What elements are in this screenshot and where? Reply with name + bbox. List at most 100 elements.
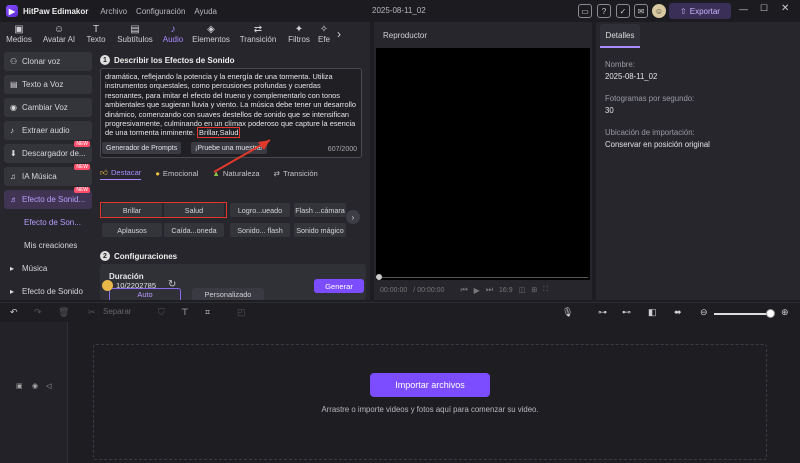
tag-sonido-magico[interactable]: Sonido mágico [294, 223, 346, 237]
split-label[interactable]: Separar [103, 307, 131, 316]
ai-edit-icon[interactable]: ◰ [237, 307, 246, 318]
avatar[interactable]: ☺ [652, 4, 666, 18]
tag-label: Aplausos [117, 225, 147, 235]
tag-logro[interactable]: Logro...ueado [230, 203, 290, 217]
button-label: Importar archivos [395, 380, 465, 390]
tab-emocional[interactable]: ● Emocional [155, 166, 198, 180]
step-forward-icon[interactable]: ⏭ [486, 285, 493, 295]
tag-caida-moneda[interactable]: Caída...oneda [164, 223, 224, 237]
speaker-icon[interactable]: ◁ [46, 382, 51, 390]
audio-icon: ♪ [170, 24, 176, 35]
scissors-icon[interactable]: ✂ [88, 307, 96, 318]
tab-transicion-sfx[interactable]: ⇄ Transición [274, 166, 318, 180]
elements-icon: ◈ [207, 24, 215, 35]
fit-timeline-icon[interactable]: ⬌ [674, 307, 682, 318]
sidebar-item-descargador[interactable]: ⬇ Descargador de... NEW [4, 141, 92, 163]
tab-avatar-ai[interactable]: ☺ Avatar AI [38, 22, 80, 48]
sidebar-item-efecto-de-sonido[interactable]: ▸ Efecto de Sonido [4, 282, 92, 301]
media-drop-zone[interactable] [93, 344, 767, 460]
tab-label: Detalles [605, 30, 635, 40]
zoom-out-icon[interactable]: ⊖ [700, 307, 708, 318]
tag-aplausos[interactable]: Aplausos [102, 223, 162, 237]
tab-medios[interactable]: ▣ Medios [0, 22, 38, 48]
coin-icon [102, 280, 113, 291]
redo-icon[interactable]: ↷ [34, 307, 42, 318]
sidebar-item-texto-a-voz[interactable]: ▤ Texto a Voz [4, 75, 92, 94]
check-icon[interactable]: ✓ [616, 4, 630, 18]
menu-configuracion[interactable]: Configuración [136, 7, 185, 16]
tab-label: Emocional [162, 168, 199, 178]
play-icon[interactable]: ▶ [474, 286, 480, 295]
clone-voice-icon: ⚇ [10, 57, 18, 66]
step-back-icon[interactable]: ⏮ [460, 285, 467, 295]
maximize-icon[interactable]: ☐ [760, 3, 768, 14]
sidebar-item-cambiar-voz[interactable]: ◉ Cambiar Voz [4, 98, 92, 117]
track-video-icon[interactable]: ▣ [16, 382, 23, 390]
tab-efectos[interactable]: ✧ Efe [316, 22, 332, 48]
tabs-next-icon[interactable]: › [332, 22, 346, 48]
mail-icon[interactable]: ✉ [634, 4, 648, 18]
sidebar-item-efecto-de-sonido-ai[interactable]: ♬ Efecto de Sonid... NEW [4, 187, 92, 209]
tab-elementos[interactable]: ◈ Elementos [188, 22, 234, 48]
monitor-icon[interactable]: ▭ [578, 4, 592, 18]
refresh-icon[interactable]: ↻ [168, 279, 176, 290]
section-title: Describir los Efectos de Sonido [114, 55, 235, 65]
tab-filtros[interactable]: ✦ Filtros [282, 22, 316, 48]
microphone-icon[interactable]: 🎙︎ [562, 307, 573, 318]
delete-icon[interactable]: 🗑︎ [58, 307, 69, 318]
sidebar-item-label: Cambiar Voz [22, 103, 68, 112]
fit-icon[interactable]: ⊞ [531, 286, 537, 294]
zoom-slider-handle[interactable] [766, 309, 775, 318]
eye-icon[interactable]: ◉ [32, 382, 38, 390]
sidebar-item-clonar-voz[interactable]: ⚇ Clonar voz [4, 52, 92, 71]
export-label: Exportar [689, 6, 720, 16]
tab-transicion[interactable]: ⇄ Transición [234, 22, 282, 48]
details-panel: Detalles Nombre: 2025-08-11_02 Fotograma… [596, 22, 800, 300]
zoom-slider[interactable] [714, 313, 770, 315]
caption-icon[interactable]: ◧ [648, 307, 657, 318]
current-time: 00:00:00 [380, 286, 408, 294]
button-label: Generar [325, 281, 353, 291]
help-icon[interactable]: ? [597, 4, 611, 18]
tab-audio[interactable]: ♪ Audio [158, 22, 188, 48]
fullscreen-icon[interactable]: ⛶ [543, 286, 548, 294]
sidebar-item-label: Efecto de Son... [24, 218, 81, 227]
tab-destacar[interactable]: 👍︎ Destacar [100, 166, 142, 180]
tab-detalles[interactable]: Detalles [600, 24, 640, 46]
minimize-icon[interactable]: — [739, 4, 748, 14]
generate-button[interactable]: Generar [314, 279, 364, 293]
detail-value: 2025-08-11_02 [605, 72, 658, 81]
menu-ayuda[interactable]: Ayuda [194, 7, 217, 16]
shield-icon[interactable]: ⛉ [158, 307, 165, 318]
tags-next-icon[interactable]: › [346, 210, 360, 224]
zoom-in-icon[interactable]: ⊕ [781, 307, 789, 318]
aspect-ratio[interactable]: 16:9 [499, 287, 513, 294]
export-button[interactable]: ⇧ Exportar [669, 3, 731, 19]
timeline-toolbar: ↶ ↷ 🗑︎ ✂ Separar ⛉ ⊤ ⌗ ◰ 🎙︎ ⊶ ⊷ ◧ ⬌ ⊖ ⊕ [0, 302, 800, 322]
tag-label: Flash ...cámara [295, 205, 345, 215]
sidebar-subitem-mis-creaciones[interactable]: Mis creaciones [4, 236, 92, 255]
transition-icon: ⇄ [253, 24, 263, 35]
close-icon[interactable]: ✕ [781, 3, 789, 14]
magnet-icon[interactable]: ⊷ [622, 307, 631, 318]
crop-icon[interactable]: ⌗ [205, 307, 210, 318]
character-count: 607/2000 [327, 145, 357, 153]
tab-subtitulos[interactable]: ▤ Subtítulos [112, 22, 158, 48]
sidebar-item-ia-musica[interactable]: ♫ IA Música NEW [4, 164, 92, 186]
playback-scrubber[interactable] [378, 277, 588, 278]
tag-flash-camara[interactable]: Flash ...cámara [294, 203, 346, 217]
snapshot-icon[interactable]: ◫ [519, 286, 526, 294]
tag-sonido-flash[interactable]: Sonido... flash [230, 223, 290, 237]
undo-icon[interactable]: ↶ [10, 307, 18, 318]
sidebar-item-musica[interactable]: ▸ Música [4, 259, 92, 278]
text-box-icon[interactable]: ⊤ [181, 307, 189, 318]
link-icon[interactable]: ⊶ [598, 307, 607, 318]
prompt-generator-button[interactable]: Generador de Prompts [102, 142, 182, 154]
tab-texto[interactable]: T Texto [80, 22, 112, 48]
sidebar-subitem-efecto-de-sonido[interactable]: Efecto de Son... [4, 213, 92, 232]
top-tabs: ▣ Medios ☺ Avatar AI T Texto ▤ Subtítulos ♪ A… [0, 22, 370, 48]
sidebar-item-extraer-audio[interactable]: ♪ Extraer audio [4, 121, 92, 140]
menu-archivo[interactable]: Archivo [100, 7, 127, 16]
video-canvas[interactable] [376, 48, 590, 296]
import-files-button[interactable]: Importar archivos [370, 373, 490, 397]
